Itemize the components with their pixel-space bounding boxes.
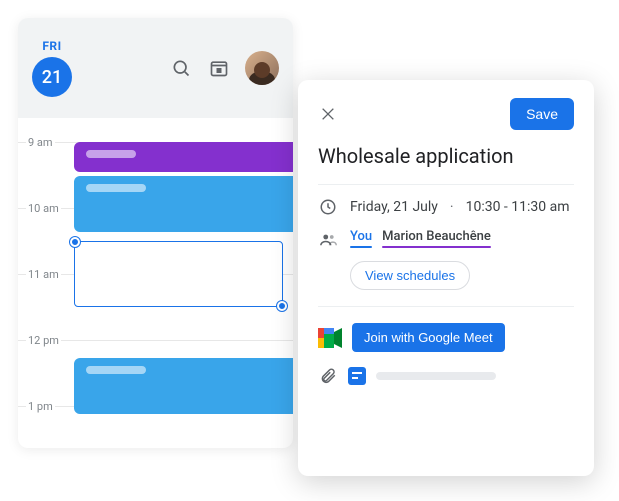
- event-title-placeholder: [86, 366, 146, 374]
- attendee-label: You: [350, 229, 372, 244]
- resize-handle-start[interactable]: [70, 237, 80, 247]
- calendar-day-label: FRI: [42, 39, 61, 53]
- hour-label: 1 pm: [26, 400, 55, 413]
- join-meet-button[interactable]: Join with Google Meet: [352, 323, 505, 352]
- today-icon[interactable]: [207, 56, 231, 80]
- people-icon: [318, 230, 338, 250]
- divider: [318, 184, 574, 185]
- attendee-chips: You Marion Beauchêne: [350, 229, 491, 251]
- attachment-row[interactable]: [318, 366, 574, 386]
- calendar-header-actions: [169, 51, 279, 85]
- event-time: 10:30 - 11:30 am: [466, 199, 570, 215]
- search-icon[interactable]: [169, 56, 193, 80]
- calendar-day-view: FRI 21 9 am 10 am 11 am 12 pm 1 pm: [18, 18, 293, 448]
- event-title[interactable]: Wholesale application: [318, 144, 574, 168]
- hour-row: 12 pm: [18, 340, 293, 341]
- hour-label: 9 am: [26, 136, 55, 149]
- attendee-chip-you[interactable]: You: [350, 229, 372, 251]
- event-time-row[interactable]: Friday, 21 July · 10:30 - 11:30 am: [318, 197, 574, 217]
- calendar-day-number: 21: [32, 57, 72, 97]
- calendar-event[interactable]: [74, 358, 293, 414]
- calendar-event[interactable]: [74, 176, 293, 232]
- dot-separator: ·: [450, 199, 454, 215]
- calendar-timeline[interactable]: 9 am 10 am 11 am 12 pm 1 pm: [18, 118, 293, 448]
- calendar-current-day[interactable]: FRI 21: [32, 39, 72, 97]
- hour-label: 11 am: [26, 268, 61, 281]
- event-date: Friday, 21 July: [350, 199, 438, 215]
- google-meet-icon: [318, 328, 342, 348]
- calendar-header: FRI 21: [18, 18, 293, 118]
- avatar[interactable]: [245, 51, 279, 85]
- google-doc-icon[interactable]: [348, 367, 366, 385]
- save-button[interactable]: Save: [510, 98, 574, 130]
- event-title-placeholder: [86, 184, 146, 192]
- attendee-chip-other[interactable]: Marion Beauchêne: [382, 229, 491, 251]
- clock-icon: [318, 197, 338, 217]
- resize-handle-end[interactable]: [277, 301, 287, 311]
- attachment-icon: [318, 366, 338, 386]
- event-detail-panel: Save Wholesale application Friday, 21 Ju…: [298, 80, 594, 476]
- event-title-placeholder: [86, 150, 136, 158]
- view-schedules-button[interactable]: View schedules: [350, 261, 470, 290]
- detail-header: Save: [318, 98, 574, 130]
- attachment-name-placeholder: [376, 372, 496, 380]
- new-event-selection[interactable]: [74, 241, 283, 307]
- calendar-event[interactable]: [74, 142, 293, 172]
- attendee-underline: [350, 246, 372, 248]
- divider: [318, 306, 574, 307]
- attendee-underline: [382, 246, 491, 248]
- google-meet-row: Join with Google Meet: [318, 323, 574, 352]
- hour-label: 12 pm: [26, 334, 61, 347]
- event-attendees-row[interactable]: You Marion Beauchêne: [318, 229, 574, 251]
- close-icon[interactable]: [318, 104, 338, 124]
- view-schedules-wrap: View schedules: [350, 261, 574, 290]
- attendee-label: Marion Beauchêne: [382, 229, 491, 244]
- hour-label: 10 am: [26, 202, 61, 215]
